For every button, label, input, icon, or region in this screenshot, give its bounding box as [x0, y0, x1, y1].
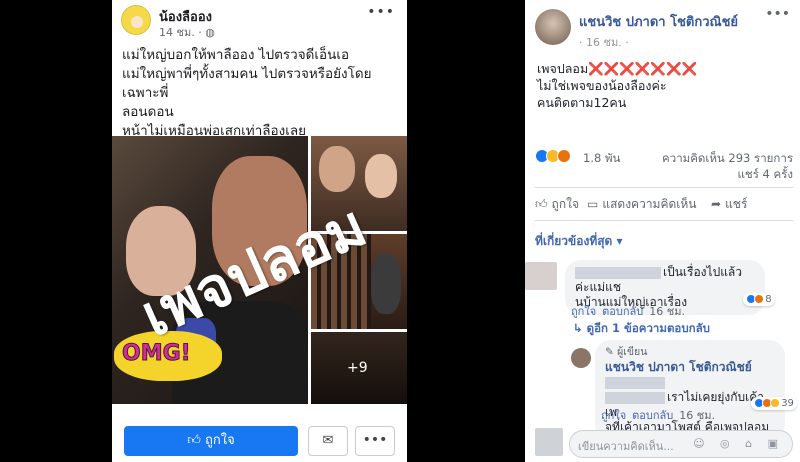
like-action[interactable]: 👍︎ ถูกใจ [535, 195, 579, 214]
share-icon: ➦ [711, 197, 722, 211]
comment-icon: ▭ [587, 197, 599, 211]
comment-meta: ถูกใจ ตอบกลับ 16 ชม. [571, 305, 685, 318]
post-time[interactable]: · 16 ชม. · [579, 33, 629, 51]
comment-like-link[interactable]: ถูกใจ [571, 305, 596, 318]
input-icons[interactable]: ☺ ◎ ⌂ ▣ [693, 437, 784, 450]
comment-reply-link[interactable]: ตอบกลับ [632, 409, 673, 422]
reactions-count[interactable]: 1.8 พัน [583, 150, 620, 168]
post-text: เพจปลอม❌❌❌❌❌❌❌ ไม่ใช่เพจของน้องลืองค่ะ ค… [537, 61, 698, 110]
photo-grid[interactable]: OMG! +9 เพจปลอม [112, 136, 407, 404]
reactions-summary[interactable] [535, 148, 571, 163]
redacted-name [575, 266, 661, 279]
thumbs-up-icon: 👍︎ [187, 433, 201, 448]
divider [535, 187, 793, 188]
mobile-post: น้องลืออง 14 ชม. · ◍ ••• แม่ใหญ่บอกให้พา… [112, 0, 407, 462]
shares-count[interactable]: แชร์ 4 ครั้ง [737, 166, 793, 184]
post-text: แม่ใหญ่บอกให้พาลืออง ไปตรวจดีเอ็นเอ แม่ใ… [122, 47, 372, 139]
post-actions: 👍︎ ถูกใจ ✉ ••• [112, 418, 407, 462]
more-button[interactable]: ••• [355, 426, 395, 456]
avatar[interactable] [535, 9, 571, 45]
author-name[interactable]: แชนวิช ปภาดา โชติกวณิชย์ [579, 11, 738, 32]
avatar[interactable] [571, 348, 591, 368]
share-action[interactable]: ➦ แชร์ [711, 195, 747, 214]
view-replies-link[interactable]: ↳ ดูอีก 1 ข้อความตอบกลับ [573, 320, 710, 338]
write-comment: เขียนความคิดเห็น... ☺ ◎ ⌂ ▣ [535, 428, 793, 458]
comment-action[interactable]: ▭ แสดงความคิดเห็น [587, 195, 697, 214]
more-options-icon[interactable]: ••• [367, 4, 395, 20]
redacted-name [605, 391, 665, 404]
pencil-icon: ✎ [605, 346, 618, 358]
like-button[interactable]: 👍︎ ถูกใจ [124, 426, 298, 456]
comment-filter[interactable]: ที่เกี่ยวข้องที่สุด ▾ [535, 232, 623, 251]
comment-author[interactable]: แชนวิช ปภาดา โชติกวณิชย์ [605, 360, 752, 374]
avatar [535, 428, 563, 456]
avatar[interactable] [525, 262, 557, 290]
messenger-icon: ✉ [322, 433, 334, 448]
messenger-button[interactable]: ✉ [308, 426, 348, 456]
comment-reactions[interactable]: 39 [751, 397, 797, 410]
comment-reply-link[interactable]: ตอบกลับ [602, 305, 643, 318]
comment-reactions[interactable]: 8 [743, 293, 775, 306]
divider [535, 220, 793, 221]
comment-input[interactable]: เขียนความคิดเห็น... ☺ ◎ ⌂ ▣ [569, 430, 793, 458]
reply-arrow-icon: ↳ [573, 321, 587, 335]
post-header: น้องลืออง 14 ชม. · ◍ ••• [112, 0, 407, 40]
globe-icon: ◍ [205, 26, 215, 39]
angry-reaction-icon [557, 148, 571, 163]
comment-bubble: ✎ ผู้เขียน แชนวิช ปภาดา โชติกวณิชย์ เราไ… [595, 340, 785, 440]
desktop-post: แชนวิช ปภาดา โชติกวณิชย์ · 16 ชม. · ••• … [525, 0, 800, 462]
more-options-icon[interactable]: ••• [765, 6, 790, 22]
comment-meta: ถูกใจ ตอบกลับ 16 ชม. [601, 409, 715, 422]
thumbs-up-icon: 👍︎ [535, 197, 548, 211]
post-stats: 1.8 พัน ความคิดเห็น 293 รายการ แชร์ 4 คร… [535, 148, 793, 181]
photo-thumb-more[interactable]: +9 [311, 332, 407, 404]
post-time: 14 ชม. · ◍ [159, 26, 215, 39]
redacted-name [605, 376, 665, 389]
comment-like-link[interactable]: ถูกใจ [601, 409, 626, 422]
avatar[interactable] [121, 5, 151, 35]
